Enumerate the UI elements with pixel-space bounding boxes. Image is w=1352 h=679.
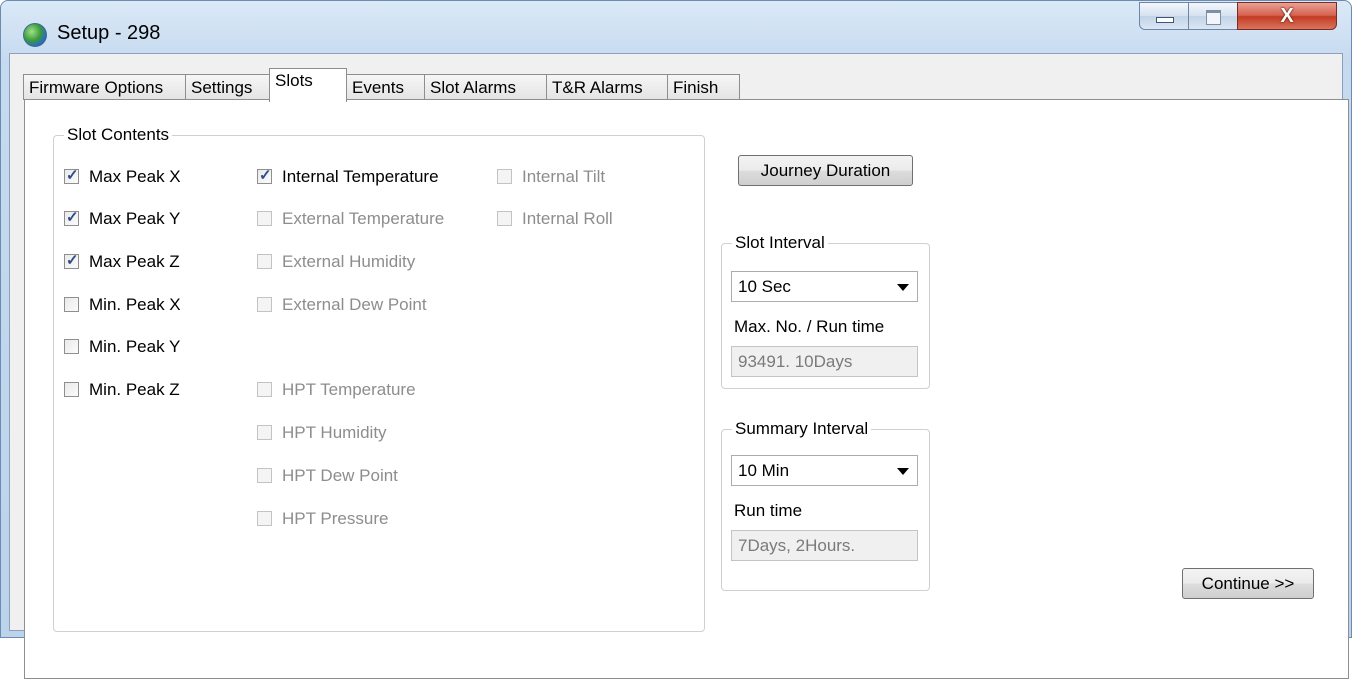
tab-slots[interactable]: Slots [269,68,347,102]
tab-events[interactable]: Events [346,74,425,100]
tab-slot-alarms[interactable]: Slot Alarms [424,74,547,100]
checkbox-box[interactable] [64,382,79,397]
tab-tr-alarms[interactable]: T&R Alarms [546,74,668,100]
slots-tab-panel: Slot Contents Max Peak X Max Peak Y Max … [24,99,1349,679]
title-bar[interactable]: Setup - 298 X [1,1,1351,53]
continue-button[interactable]: Continue >> [1182,568,1314,599]
checkbox-label: Max Peak Y [89,209,181,228]
checkbox-box[interactable] [64,339,79,354]
maximize-button[interactable] [1188,2,1238,30]
maximize-icon [1206,10,1221,25]
max-runtime-label: Max. No. / Run time [734,317,885,336]
checkbox-box[interactable] [257,211,272,226]
checkbox-label: Max Peak X [89,167,181,186]
checkbox-label: Internal Roll [522,209,613,228]
checkbox-box[interactable] [64,166,79,184]
checkbox-label: HPT Dew Point [282,466,398,485]
tab-settings[interactable]: Settings [185,74,270,100]
slot-contents-group: Slot Contents Max Peak X Max Peak Y Max … [53,125,705,632]
close-icon: X [1280,5,1294,27]
max-runtime-field: 93491. 10Days [731,346,918,377]
summary-interval-group: Summary Interval 10 Min Run time 7Days, … [721,419,930,591]
checkbox-label: External Humidity [282,252,416,271]
chevron-down-icon[interactable] [897,284,909,291]
summary-interval-label: Summary Interval [732,419,872,439]
chevron-down-icon[interactable] [897,468,909,475]
checkbox-label: HPT Pressure [282,509,389,528]
checkbox-box[interactable] [64,208,79,226]
client-area: Firmware Options Settings Slots Events S… [9,53,1349,679]
checkbox-box[interactable] [64,251,79,269]
slot-contents-label: Slot Contents [64,125,173,145]
checkbox-label: Min. Peak X [89,295,181,314]
slot-interval-label: Slot Interval [732,233,828,253]
checkbox-box[interactable] [497,169,512,184]
checkbox-label: HPT Temperature [282,380,416,399]
slot-interval-group: Slot Interval 10 Sec Max. No. / Run time… [721,233,930,389]
run-time-field: 7Days, 2Hours. [731,530,918,561]
tab-firmware-options[interactable]: Firmware Options [23,74,186,100]
minimize-button[interactable] [1139,2,1189,30]
journey-duration-button[interactable]: Journey Duration [738,155,913,186]
slot-interval-dropdown[interactable]: 10 Sec [731,271,918,302]
checkbox-box[interactable] [257,166,272,184]
checkbox-label: Min. Peak Y [89,337,181,356]
checkbox-box[interactable] [257,254,272,269]
window-title: Setup - 298 [57,22,161,44]
checkbox-box[interactable] [497,211,512,226]
checkbox-box[interactable] [257,297,272,312]
setup-window: Setup - 298 X Firmware Options Settings … [0,0,1352,679]
checkbox-box[interactable] [257,382,272,397]
checkbox-box[interactable] [64,297,79,312]
checkbox-box[interactable] [257,511,272,526]
tab-finish[interactable]: Finish [667,74,740,100]
checkbox-box[interactable] [257,468,272,483]
minimize-icon [1156,17,1174,23]
checkbox-label: External Dew Point [282,295,427,314]
dropdown-value: 10 Min [738,461,790,480]
checkbox-label: Min. Peak Z [89,380,180,399]
checkbox-label: Internal Temperature [282,167,439,186]
run-time-label: Run time [734,501,803,520]
checkbox-box[interactable] [257,425,272,440]
checkbox-label: External Temperature [282,209,445,228]
dropdown-value: 10 Sec [738,277,791,296]
checkbox-label: Max Peak Z [89,252,180,271]
summary-interval-dropdown[interactable]: 10 Min [731,455,918,486]
close-button[interactable]: X [1237,2,1337,30]
checkbox-label: HPT Humidity [282,423,387,442]
app-icon [23,23,47,47]
checkbox-label: Internal Tilt [522,167,606,186]
